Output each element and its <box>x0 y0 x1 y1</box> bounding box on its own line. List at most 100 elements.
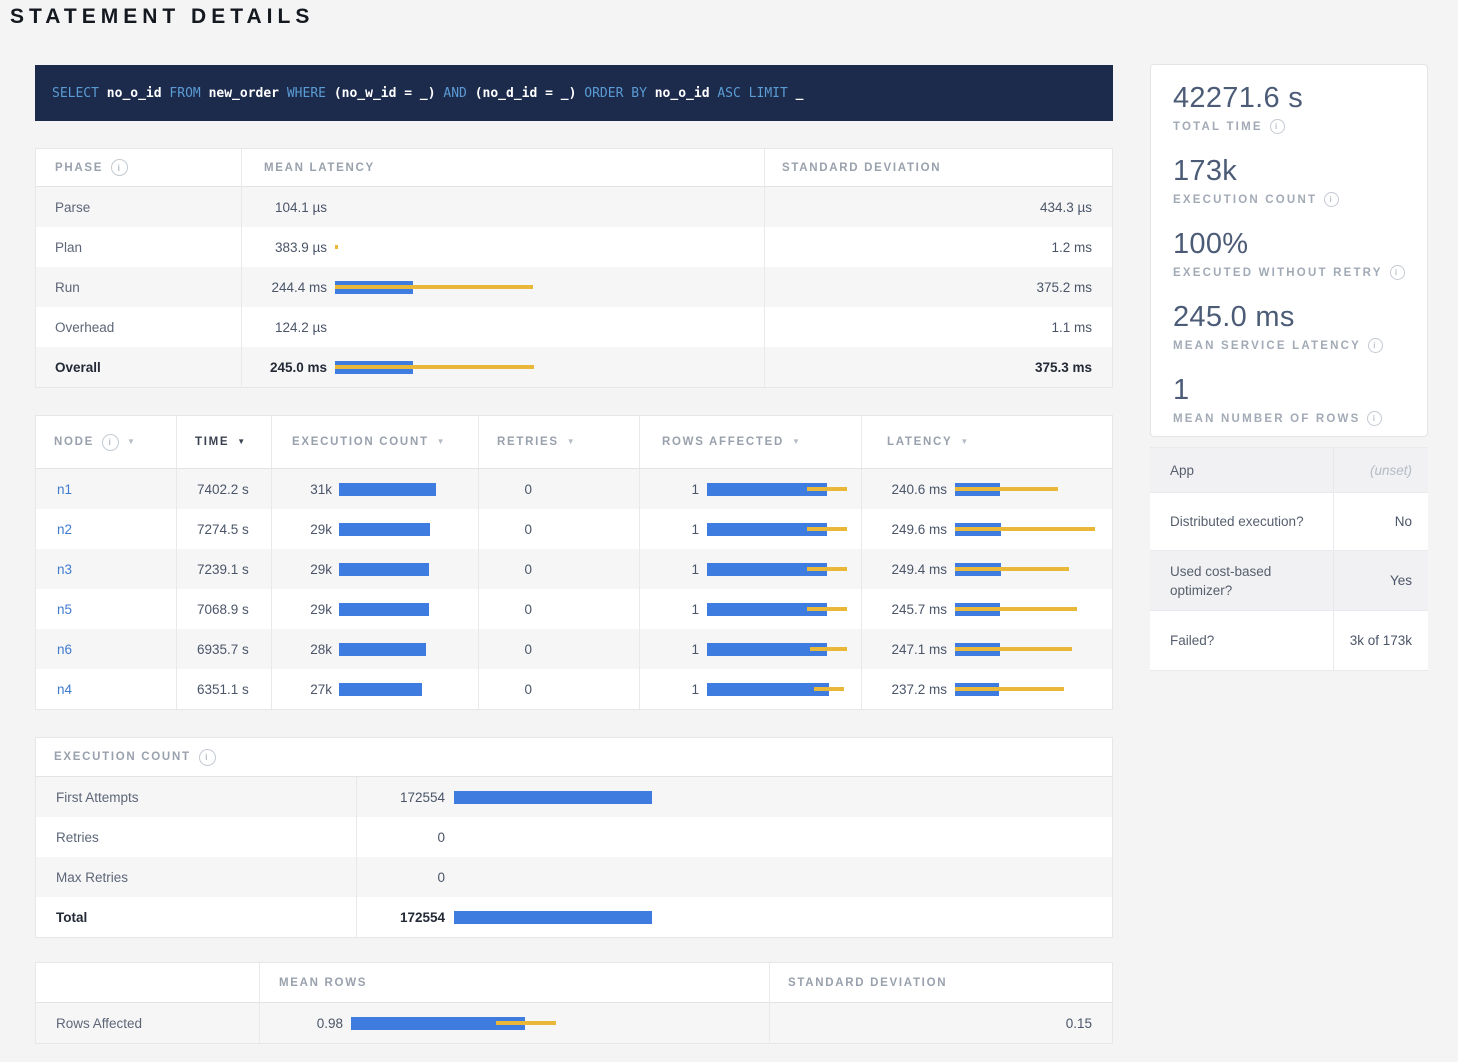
retries-column-header[interactable]: RETRIES ▼ <box>478 416 639 468</box>
mean-latency-value: 124.2 µs <box>242 320 327 335</box>
info-icon[interactable]: i <box>1270 119 1285 134</box>
latency-bar <box>955 563 1110 576</box>
node-link[interactable]: n1 <box>57 482 72 497</box>
phase-label: Overall <box>55 360 101 375</box>
latency-bar <box>335 241 560 254</box>
sql-token: SELECT <box>52 86 99 101</box>
latency-value: 245.7 ms <box>862 602 947 617</box>
node-column-header[interactable]: NODE i ▼ <box>36 416 176 468</box>
table-row: App (unset) <box>1150 448 1428 493</box>
rows-affected-bar <box>707 523 857 536</box>
exec-row-label: First Attempts <box>56 790 139 805</box>
mean-rows-value: 0.98 <box>260 1016 343 1031</box>
execution-count-bar <box>339 643 477 656</box>
sort-desc-icon[interactable]: ▼ <box>237 438 247 446</box>
std-deviation-value: 434.3 µs <box>764 187 1112 227</box>
execution-count-section-header: EXECUTION COUNT i <box>36 738 1112 777</box>
info-icon[interactable]: i <box>111 159 128 176</box>
node-link[interactable]: n2 <box>57 522 72 537</box>
stat-value: 245.0 ms <box>1173 301 1427 334</box>
sql-token: _ <box>796 86 804 101</box>
table-row: Plan 383.9 µs 1.2 ms <box>36 227 1112 267</box>
info-icon[interactable]: i <box>1390 265 1405 280</box>
attribute-label: Used cost-based optimizer? <box>1150 551 1333 610</box>
execution-count-header-label: EXECUTION COUNT <box>292 436 429 448</box>
node-link[interactable]: n3 <box>57 562 72 577</box>
info-icon[interactable]: i <box>1368 338 1383 353</box>
stat-value: 1 <box>1173 374 1427 407</box>
node-link[interactable]: n6 <box>57 642 72 657</box>
table-row: Retries 0 <box>36 817 1112 857</box>
sort-desc-icon[interactable]: ▼ <box>960 438 970 446</box>
table-row: n5 7068.9 s 29k 0 1 245.7 ms <box>36 589 1112 629</box>
time-value: 6935.7 s <box>176 629 271 669</box>
table-row: Overhead 124.2 µs 1.1 ms <box>36 307 1112 347</box>
node-table-header: NODE i ▼ TIME ▼ EXECUTION COUNT ▼ RETRIE… <box>36 416 1112 469</box>
latency-value: 240.6 ms <box>862 482 947 497</box>
rows-affected-bar <box>707 563 857 576</box>
mean-rows-header-label: MEAN ROWS <box>279 977 367 989</box>
execution-count-bar <box>339 603 477 616</box>
sort-desc-icon[interactable]: ▼ <box>437 438 447 446</box>
execution-count-value: 29k <box>272 522 332 537</box>
latency-bar <box>955 683 1110 696</box>
execution-count-column-header[interactable]: EXECUTION COUNT ▼ <box>271 416 478 468</box>
latency-bar <box>955 483 1110 496</box>
latency-bar <box>955 643 1110 656</box>
stat-executed-without-retry: 100% EXECUTED WITHOUT RETRY i <box>1173 228 1427 280</box>
table-row: Parse 104.1 µs 434.3 µs <box>36 187 1112 227</box>
latency-bar <box>955 603 1110 616</box>
stat-label: MEAN SERVICE LATENCY <box>1173 340 1361 352</box>
std-deviation-column-header: STANDARD DEVIATION <box>764 149 1112 186</box>
std-deviation-value: 375.3 ms <box>764 347 1112 387</box>
attribute-value: 3k of 173k <box>1333 611 1428 670</box>
rows-affected-table-header: MEAN ROWS STANDARD DEVIATION <box>36 963 1112 1003</box>
rows-affected-value: 1 <box>640 602 699 617</box>
sort-desc-icon[interactable]: ▼ <box>567 438 577 446</box>
execution-count-bar <box>339 683 477 696</box>
table-row: First Attempts 172554 <box>36 777 1112 817</box>
sort-desc-icon[interactable]: ▼ <box>792 438 802 446</box>
info-icon[interactable]: i <box>1367 411 1382 426</box>
info-icon[interactable]: i <box>102 434 119 451</box>
sort-desc-icon[interactable]: ▼ <box>127 438 137 446</box>
latency-column-header[interactable]: LATENCY ▼ <box>861 416 1112 468</box>
std-deviation-header-label: STANDARD DEVIATION <box>788 977 947 989</box>
mean-latency-value: 383.9 µs <box>242 240 327 255</box>
time-column-header[interactable]: TIME ▼ <box>176 416 271 468</box>
phase-table: PHASE i MEAN LATENCY STANDARD DEVIATION … <box>35 148 1113 388</box>
summary-stats-card: 42271.6 s TOTAL TIME i 173k EXECUTION CO… <box>1150 64 1428 437</box>
rows-affected-bar <box>707 483 857 496</box>
table-row: Rows Affected 0.98 0.15 <box>36 1003 1112 1043</box>
info-icon[interactable]: i <box>1324 192 1339 207</box>
rows-affected-bar <box>707 603 857 616</box>
time-value: 7402.2 s <box>176 469 271 509</box>
time-value: 7068.9 s <box>176 589 271 629</box>
latency-bar <box>335 281 560 294</box>
rows-affected-row-label: Rows Affected <box>56 1016 142 1031</box>
stat-value: 100% <box>1173 228 1427 261</box>
node-link[interactable]: n5 <box>57 602 72 617</box>
mean-latency-value: 244.4 ms <box>242 280 327 295</box>
table-row: n6 6935.7 s 28k 0 1 247.1 ms <box>36 629 1112 669</box>
execution-count-bar <box>339 483 477 496</box>
count-bar <box>454 831 1079 844</box>
rows-affected-column-header[interactable]: ROWS AFFECTED ▼ <box>639 416 861 468</box>
sql-token: (no_d_id = _) <box>475 86 577 101</box>
info-icon[interactable]: i <box>199 749 216 766</box>
page-title: STATEMENT DETAILS <box>10 5 314 29</box>
node-link[interactable]: n4 <box>57 682 72 697</box>
mean-rows-bar <box>351 1017 766 1030</box>
std-deviation-value: 0.15 <box>769 1003 1112 1043</box>
mean-latency-header-label: MEAN LATENCY <box>264 162 375 174</box>
exec-row-label: Max Retries <box>56 870 128 885</box>
rows-affected-value: 1 <box>640 642 699 657</box>
stat-label: EXECUTED WITHOUT RETRY <box>1173 267 1383 279</box>
sql-token: ASC <box>717 86 740 101</box>
sql-token: new_order <box>209 86 279 101</box>
latency-bar <box>335 201 560 214</box>
blank-column-header <box>36 963 259 1002</box>
statement-attributes-table: App (unset) Distributed execution? No Us… <box>1150 447 1428 671</box>
time-header-label: TIME <box>195 436 229 448</box>
latency-value: 247.1 ms <box>862 642 947 657</box>
